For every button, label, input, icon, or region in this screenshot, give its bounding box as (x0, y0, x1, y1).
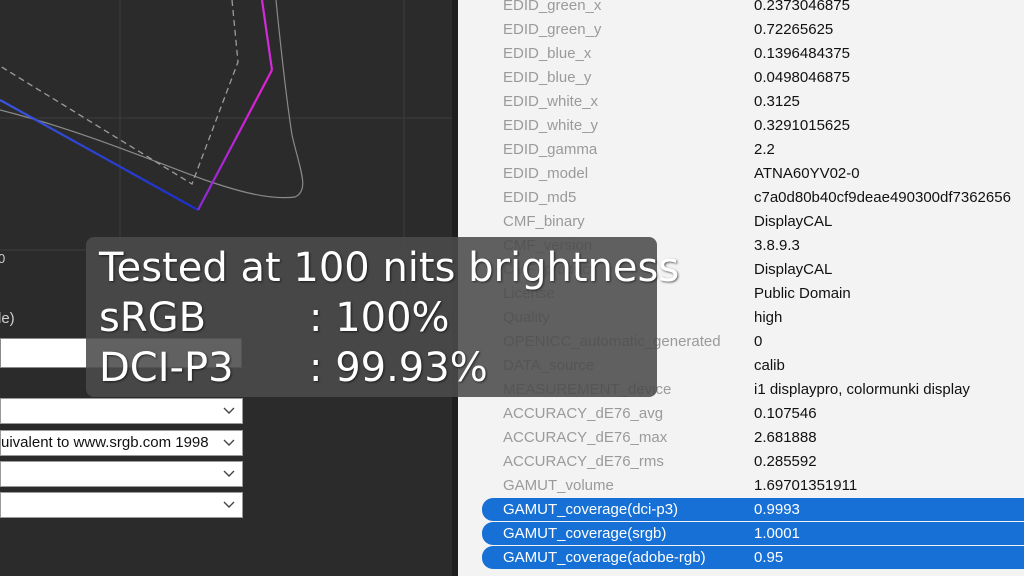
chevron-down-icon (222, 462, 236, 486)
property-key: ACCURACY_dE76_rms (503, 453, 664, 470)
property-key: ACCURACY_dE76_avg (503, 405, 664, 422)
property-value: 2.2 (754, 141, 775, 158)
property-key: ACCURACY_dE76_max (503, 429, 668, 446)
property-value: 0.285592 (754, 453, 817, 470)
property-key: EDID_white_x (503, 93, 599, 110)
property-value: 2.681888 (754, 429, 817, 446)
property-value: 0.95 (754, 549, 784, 566)
property-value: 0 (754, 333, 763, 350)
overlay-srgb-line: sRGB : 100% (99, 295, 450, 341)
property-value: ATNA60YV02-0 (754, 165, 860, 182)
property-value: 1.0001 (754, 525, 800, 542)
property-row[interactable]: CMF_binary DisplayCAL (482, 210, 1024, 233)
property-row[interactable]: ACCURACY_dE76_max 2.681888 (482, 426, 1024, 449)
property-key: EDID_blue_y (503, 69, 592, 86)
property-value: 1.69701351911 (754, 477, 858, 494)
property-value: 0.3125 (754, 93, 800, 110)
results-overlay: Tested at 100 nits brightness sRGB : 100… (86, 237, 679, 397)
property-row[interactable]: EDID_gamma 2.2 (482, 138, 1024, 161)
gamut-edge-blue (0, 99, 199, 211)
property-value: calib (754, 357, 785, 374)
property-value: 0.2373046875 (754, 0, 850, 14)
property-key: GAMUT_coverage(srgb) (503, 525, 667, 542)
chevron-down-icon (222, 431, 236, 455)
property-value: c7a0d80b40cf9deae490300df7362656 (754, 189, 1011, 206)
property-key: GAMUT_coverage(adobe-rgb) (503, 549, 706, 566)
chevron-down-icon (222, 399, 236, 423)
property-value: Public Domain (754, 285, 851, 302)
property-key: GAMUT_coverage(dci-p3) (503, 501, 679, 518)
gamut-edge-top (260, 0, 274, 71)
property-row[interactable]: ACCURACY_dE76_rms 0.285592 (482, 450, 1024, 473)
property-value: high (754, 309, 783, 326)
property-value: 0.107546 (754, 405, 817, 422)
property-value: i1 displaypro, colormunki display (754, 381, 970, 398)
property-key: EDID_white_y (503, 117, 599, 134)
property-key: EDID_green_y (503, 21, 602, 38)
overlay-dcip3-label: DCI-P3 (99, 345, 234, 391)
property-key: GAMUT_volume (503, 477, 614, 494)
overlay-title: Tested at 100 nits brightness (99, 245, 680, 291)
property-key: EDID_blue_x (503, 45, 592, 62)
property-row[interactable]: GAMUT_coverage(adobe-rgb) 0.95 (482, 546, 1024, 569)
dropdown-4[interactable] (0, 492, 243, 518)
overlay-srgb-value: : 100% (309, 295, 450, 341)
property-row[interactable]: EDID_green_y 0.72265625 (482, 18, 1024, 41)
chevron-down-icon (222, 493, 236, 517)
property-row[interactable]: GAMUT_coverage(dci-p3) 0.9993 (482, 498, 1024, 521)
property-row[interactable]: GAMUT_coverage(srgb) 1.0001 (482, 522, 1024, 545)
dropdown-2[interactable]: uivalent to www.srgb.com 1998 (0, 430, 243, 456)
axis-tick-label: 0 (0, 251, 6, 266)
property-row[interactable]: EDID_blue_x 0.1396484375 (482, 42, 1024, 65)
property-value: 3.8.9.3 (754, 237, 800, 254)
property-value: DisplayCAL (754, 213, 833, 230)
property-row[interactable]: EDID_green_x 0.2373046875 (482, 0, 1024, 17)
property-row[interactable]: EDID_model ATNA60YV02-0 (482, 162, 1024, 185)
dropdown-2-value: uivalent to www.srgb.com 1998 (1, 434, 209, 451)
dropdown-1[interactable] (0, 398, 243, 424)
overlay-dcip3-line: DCI-P3 : 99.93% (99, 345, 488, 391)
reference-gamut (0, 0, 239, 185)
property-value: 0.3291015625 (754, 117, 850, 134)
property-key: EDID_green_x (503, 0, 602, 14)
property-key: EDID_gamma (503, 141, 598, 158)
property-row[interactable]: ACCURACY_dE76_avg 0.107546 (482, 402, 1024, 425)
property-value: 0.9993 (754, 501, 800, 518)
property-value: DisplayCAL (754, 261, 833, 278)
property-value: 0.0498046875 (754, 69, 850, 86)
property-row[interactable]: EDID_white_y 0.3291015625 (482, 114, 1024, 137)
property-value: 0.1396484375 (754, 45, 850, 62)
dropdown-3[interactable] (0, 461, 243, 487)
property-row[interactable]: EDID_white_x 0.3125 (482, 90, 1024, 113)
property-key: EDID_model (503, 165, 589, 182)
property-row[interactable]: EDID_md5 c7a0d80b40cf9deae490300df7362656 (482, 186, 1024, 209)
property-row[interactable]: EDID_blue_y 0.0498046875 (482, 66, 1024, 89)
property-value: 0.72265625 (754, 21, 834, 38)
property-key: EDID_md5 (503, 189, 577, 206)
property-key: CMF_binary (503, 213, 585, 230)
overlay-srgb-label: sRGB (99, 295, 207, 341)
property-row[interactable]: GAMUT_volume 1.69701351911 (482, 474, 1024, 497)
overlay-dcip3-value: : 99.93% (309, 345, 488, 391)
profile-label: le) (0, 310, 15, 327)
